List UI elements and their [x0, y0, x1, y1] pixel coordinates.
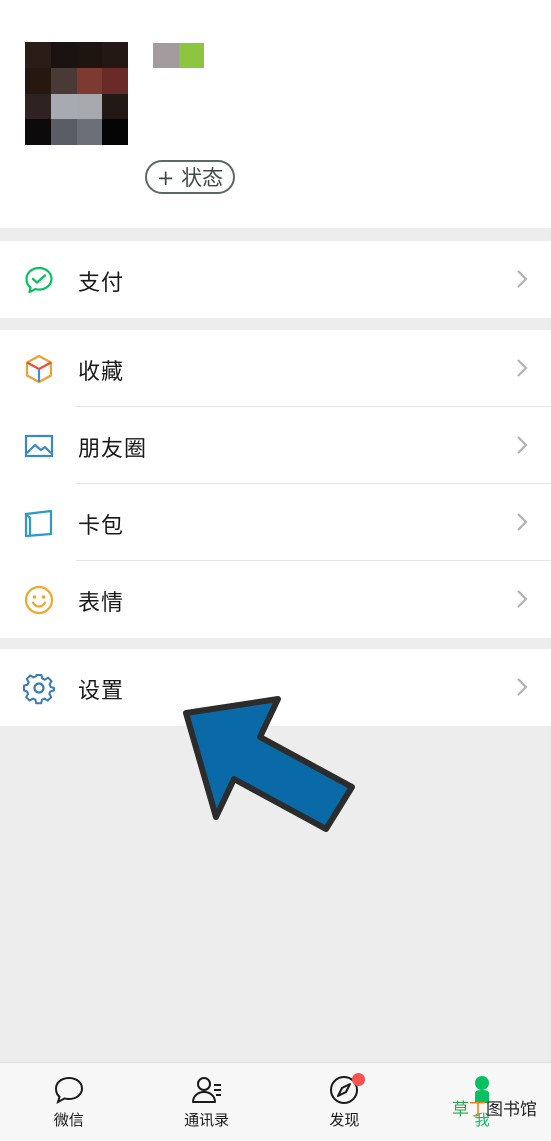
notification-badge [351, 1073, 365, 1086]
chevron-right-icon [517, 590, 528, 608]
avatar[interactable] [25, 42, 128, 145]
annotation-arrow-icon [183, 696, 355, 832]
chevron-right-icon [517, 513, 528, 531]
chat-bubble-icon [54, 1076, 83, 1105]
watermark: 草丁图书馆 [452, 1100, 537, 1120]
wechat-pay-icon [25, 266, 53, 294]
nickname [153, 43, 204, 68]
chevron-right-icon [517, 270, 528, 288]
tab-label: 通讯录 [184, 1111, 230, 1129]
cube-icon [25, 354, 53, 384]
menu-item-label: 收藏 [78, 360, 125, 385]
menu-item-cards[interactable]: 卡包 [0, 484, 551, 561]
tab-discover[interactable]: 发现 [276, 1063, 414, 1141]
profile-header[interactable]: + 状态 [0, 0, 551, 228]
menu-item-label: 卡包 [78, 514, 125, 539]
gear-icon [23, 674, 55, 705]
tab-label: 发现 [329, 1111, 360, 1129]
contacts-icon [191, 1077, 221, 1103]
tab-chats[interactable]: 微信 [0, 1063, 138, 1141]
menu-item-label: 设置 [78, 679, 125, 704]
tab-label: 微信 [53, 1111, 84, 1129]
menu-item-moments[interactable]: 朋友圈 [0, 407, 551, 484]
chevron-right-icon [517, 436, 528, 454]
menu-item-label: 表情 [78, 591, 125, 616]
add-status-button[interactable]: + 状态 [145, 160, 235, 194]
menu-item-pay[interactable]: 支付 [0, 241, 551, 318]
tab-contacts[interactable]: 通讯录 [138, 1063, 276, 1141]
menu-item-label: 朋友圈 [78, 437, 148, 462]
image-icon [24, 434, 54, 458]
smiley-icon [24, 585, 54, 615]
chevron-right-icon [517, 359, 528, 377]
menu-item-favorites[interactable]: 收藏 [0, 330, 551, 407]
card-wallet-icon [24, 509, 53, 538]
chevron-right-icon [517, 678, 528, 696]
menu-item-label: 支付 [78, 271, 125, 296]
menu-group-main: 收藏 朋友圈 卡包 表情 [0, 330, 551, 638]
menu-group-pay: 支付 [0, 241, 551, 318]
menu-item-stickers[interactable]: 表情 [0, 561, 551, 638]
